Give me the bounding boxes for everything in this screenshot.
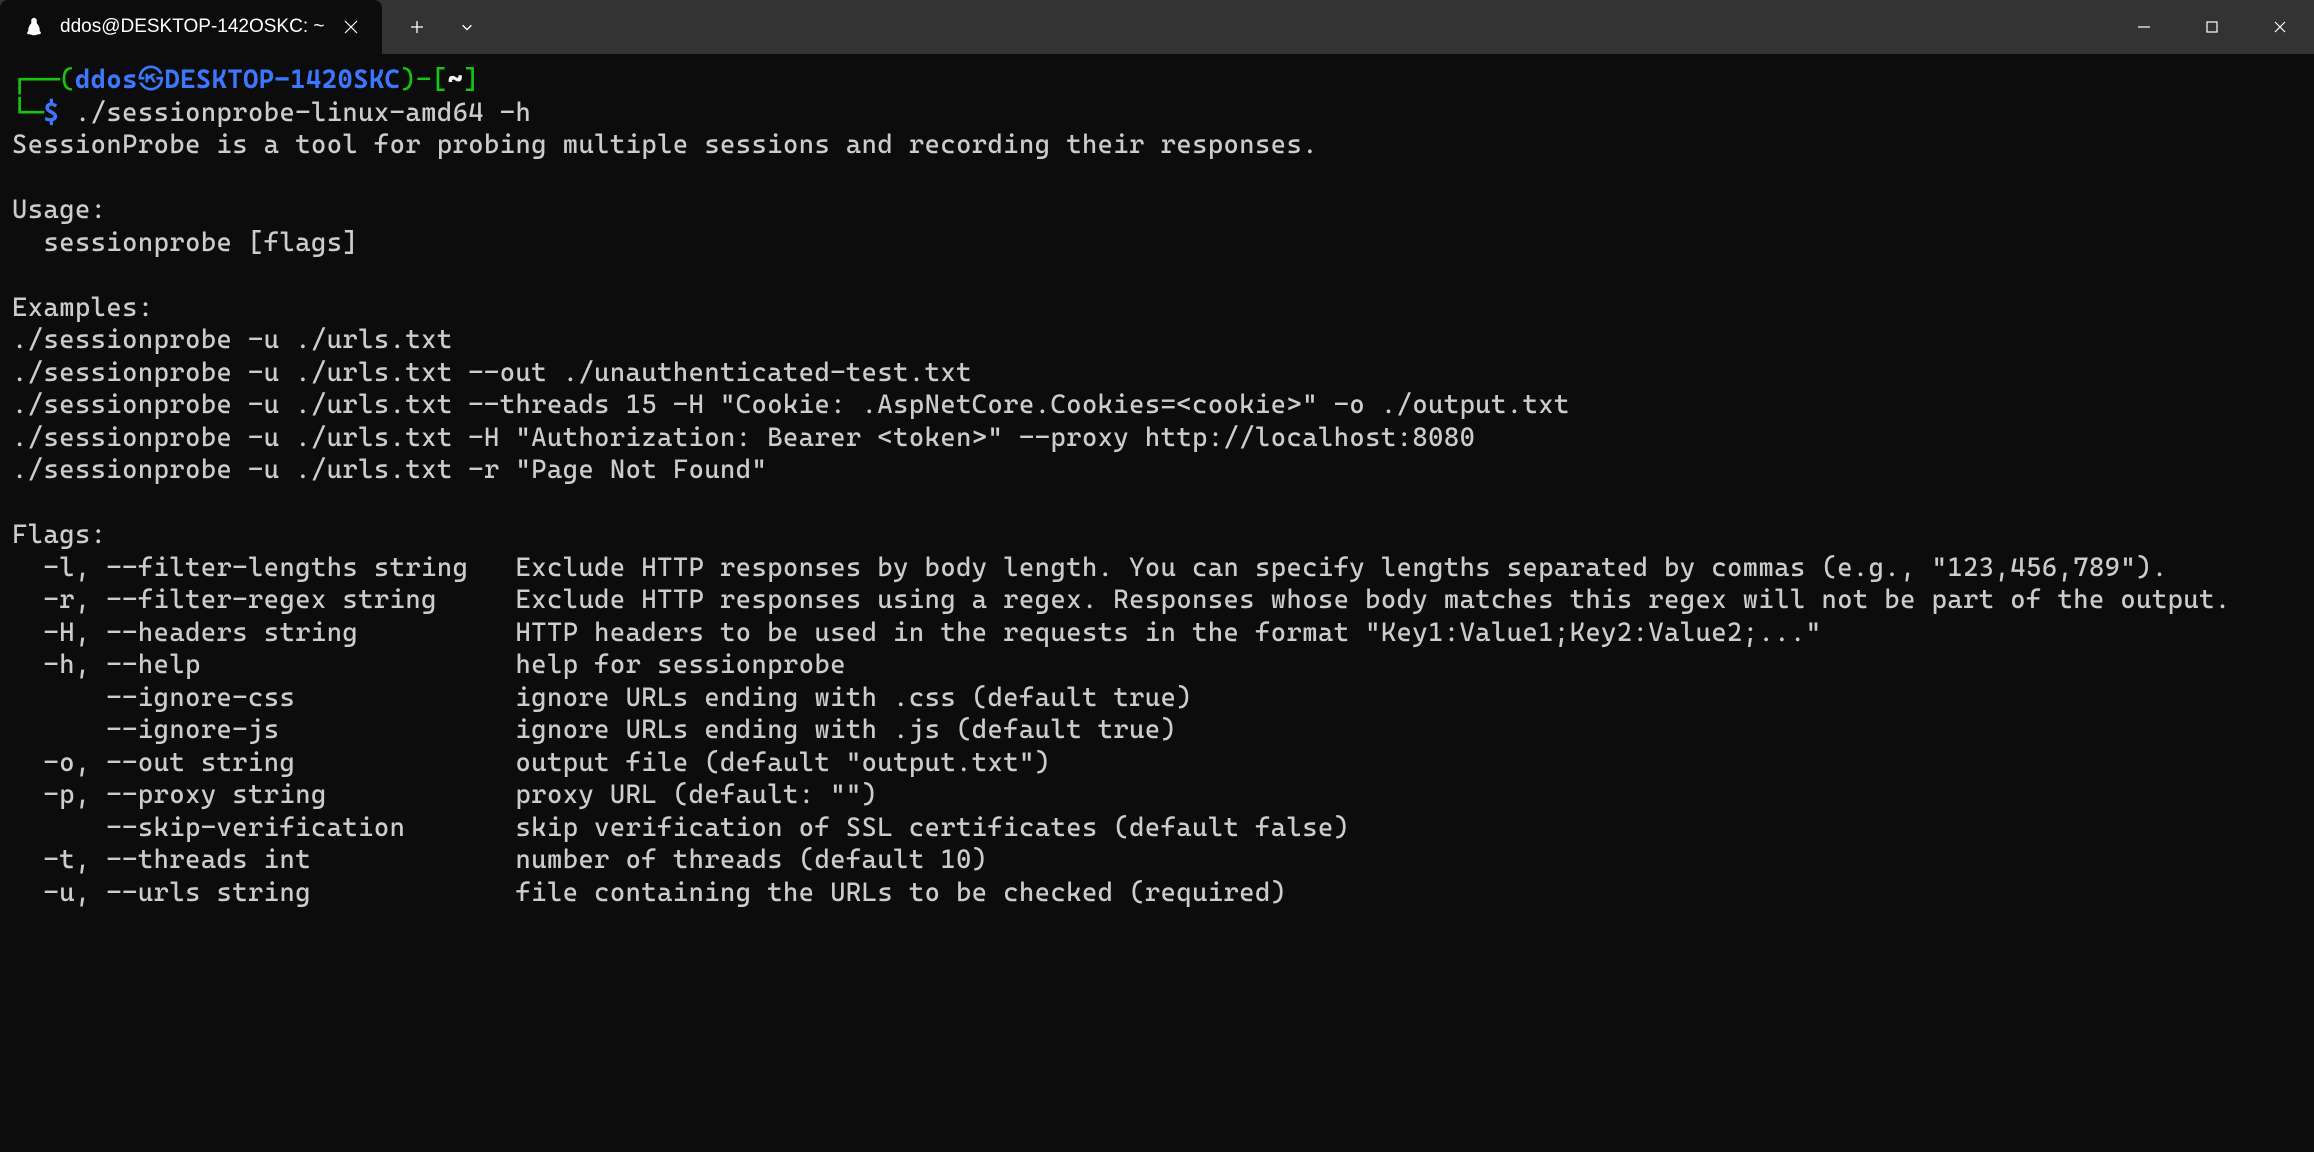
flag-line: --ignore-js ignore URLs ending with .js … bbox=[12, 715, 1176, 745]
close-window-button[interactable] bbox=[2246, 0, 2314, 54]
flag-line: -l, --filter-lengths string Exclude HTTP… bbox=[12, 553, 2168, 583]
output-description: SessionProbe is a tool for probing multi… bbox=[12, 130, 1318, 160]
tab-close-button[interactable] bbox=[338, 14, 364, 40]
flag-line: --skip-verification skip verification of… bbox=[12, 813, 1349, 843]
example-line: ./sessionprobe -u ./urls.txt -r "Page No… bbox=[12, 455, 767, 485]
window-controls bbox=[2110, 0, 2314, 54]
example-line: ./sessionprobe -u ./urls.txt -H "Authori… bbox=[12, 423, 1475, 453]
example-line: ./sessionprobe -u ./urls.txt --out ./una… bbox=[12, 358, 972, 388]
tux-icon bbox=[22, 15, 46, 39]
minimize-button[interactable] bbox=[2110, 0, 2178, 54]
terminal-tab[interactable]: ddos@DESKTOP-142OSKC: ~ bbox=[0, 0, 382, 54]
tab-dropdown-button[interactable] bbox=[442, 0, 492, 54]
tab-title: ddos@DESKTOP-142OSKC: ~ bbox=[60, 16, 324, 38]
flag-line: -h, --help help for sessionprobe bbox=[12, 650, 846, 680]
prompt-line-2: └─$ ./sessionprobe-linux-amd64 -h bbox=[12, 98, 531, 128]
example-line: ./sessionprobe -u ./urls.txt bbox=[12, 325, 453, 355]
maximize-button[interactable] bbox=[2178, 0, 2246, 54]
tab-actions bbox=[392, 0, 492, 54]
flag-line: --ignore-css ignore URLs ending with .cs… bbox=[12, 683, 1192, 713]
flag-line: -r, --filter-regex string Exclude HTTP r… bbox=[12, 585, 2231, 615]
example-line: ./sessionprobe -u ./urls.txt --threads 1… bbox=[12, 390, 1570, 420]
prompt-line-1: ┌──(ddos㉿DESKTOP-1420SKC)-[~] bbox=[12, 65, 479, 95]
terminal-output[interactable]: ┌──(ddos㉿DESKTOP-1420SKC)-[~] └─$ ./sess… bbox=[0, 54, 2314, 919]
flag-line: -H, --headers string HTTP headers to be … bbox=[12, 618, 1821, 648]
flag-line: -o, --out string output file (default "o… bbox=[12, 748, 1050, 778]
flag-line: -p, --proxy string proxy URL (default: "… bbox=[12, 780, 877, 810]
flag-line: -t, --threads int number of threads (def… bbox=[12, 845, 988, 875]
new-tab-button[interactable] bbox=[392, 0, 442, 54]
command-text: ./sessionprobe-linux-amd64 -h bbox=[75, 98, 531, 128]
flag-line: -u, --urls string file containing the UR… bbox=[12, 878, 1286, 908]
titlebar: ddos@DESKTOP-142OSKC: ~ bbox=[0, 0, 2314, 54]
usage-header: Usage: bbox=[12, 195, 106, 225]
examples-header: Examples: bbox=[12, 293, 154, 323]
usage-line: sessionprobe [flags] bbox=[12, 228, 358, 258]
flags-header: Flags: bbox=[12, 520, 106, 550]
